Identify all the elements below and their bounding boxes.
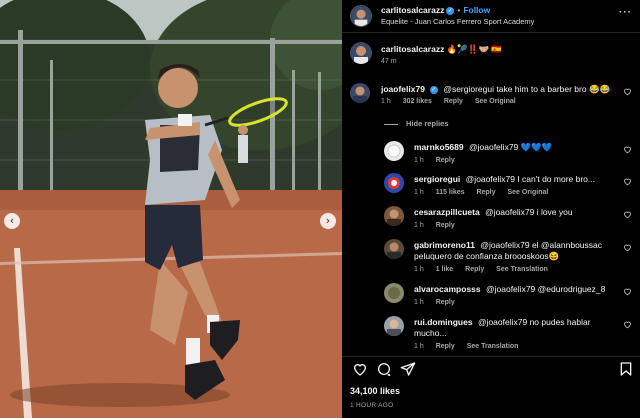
comment-username[interactable]: joaofelix79 [381,84,425,94]
comment-icon[interactable] [376,361,392,377]
reply-username[interactable]: marnko5689 [414,142,464,152]
reply-username[interactable]: alvarocamposss [414,284,481,294]
reply-button[interactable]: Reply [476,189,495,196]
reply-item: sergioregui @joaofelix79 I can't do more… [384,173,636,201]
reply-avatar[interactable] [384,206,404,226]
comment-avatar[interactable] [350,83,370,103]
post-location[interactable]: Equelite - Juan Carlos Ferrero Sport Aca… [381,17,534,26]
reply-button[interactable]: Reply [436,299,455,306]
post-timestamp: 1 HOUR AGO [350,402,394,409]
post-action-bar [350,361,636,381]
comment-like-heart-icon[interactable] [623,87,632,96]
reply-item: rui.domingues @joaofelix79 no pudes habl… [384,316,636,356]
header-divider [342,32,640,33]
reply-username[interactable]: cesarazpillcueta [414,207,480,217]
caption-time: 47 m [381,58,397,65]
actions-divider [342,356,640,357]
like-heart-icon[interactable] [352,361,368,377]
reply-avatar[interactable] [384,173,404,193]
comment-likes[interactable]: 302 likes [403,98,432,105]
reply-time: 1 h [414,222,424,229]
author-username[interactable]: carlitosalcarazz [381,5,444,15]
hide-replies-label: Hide replies [406,119,449,128]
reply-text: @joaofelix79 💙💙💙 [469,142,553,152]
see-original-button[interactable]: See Original [507,189,548,196]
reply-text: @joaofelix79 @edurodriguez_8 [486,284,606,294]
caption-text: 🔥🎾‼️🤝🏼 🇪🇸 [446,44,502,54]
reply-time: 1 h [414,299,424,306]
post-media[interactable]: ‹ › [0,0,342,418]
post-likes-count[interactable]: 34,100 likes [350,386,400,396]
reply-like-heart-icon[interactable] [623,210,632,219]
caption-username[interactable]: carlitosalcarazz [381,44,444,54]
reply-text: @joaofelix79 i love you [485,207,573,217]
comment-time: 1 h [381,98,391,105]
reply-like-heart-icon[interactable] [623,177,632,186]
reply-username[interactable]: sergioregui [414,174,460,184]
reply-avatar[interactable] [384,239,404,259]
share-icon[interactable] [400,361,416,377]
hide-replies-button[interactable]: Hide replies [384,119,449,128]
post-caption: carlitosalcarazz 🔥🎾‼️🤝🏼 🇪🇸 47 m [350,40,636,70]
comment-item: joaofelix79 ✓ @sergioregui take him to a … [350,83,636,111]
see-translation-button[interactable]: See Translation [467,343,519,350]
verified-badge-icon: ✓ [446,6,455,15]
reply-button[interactable]: Reply [444,98,463,105]
reply-likes[interactable]: 1 like [436,266,454,273]
previous-image-button[interactable]: ‹ [4,213,20,229]
reply-avatar[interactable] [384,283,404,303]
reply-like-heart-icon[interactable] [623,320,632,329]
hide-replies-line [384,123,398,125]
caption-avatar[interactable] [350,42,372,64]
reply-button[interactable]: Reply [436,222,455,229]
reply-avatar[interactable] [384,141,404,161]
post-header: carlitosalcarazz ✓ • Follow Equelite - Juan… [350,2,636,30]
reply-username[interactable]: gabrimoreno11 [414,240,475,250]
reply-username[interactable]: rui.domingues [414,317,473,327]
comment-text: @sergioregui take him to a barber bro 😂😂 [443,84,611,94]
reply-time: 1 h [414,343,424,350]
reply-avatar[interactable] [384,316,404,336]
reply-item: gabrimoreno11 @joaofelix79 el @alannbous… [384,239,636,279]
follow-button[interactable]: Follow [463,5,490,15]
reply-button[interactable]: Reply [465,266,484,273]
more-options-icon[interactable]: ··· [619,7,632,18]
reply-time: 1 h [414,157,424,164]
reply-likes[interactable]: 115 likes [436,189,465,196]
reply-time: 1 h [414,189,424,196]
reply-item: alvarocamposss @joaofelix79 @edurodrigue… [384,283,636,311]
reply-like-heart-icon[interactable] [623,145,632,154]
reply-item: marnko5689 @joaofelix79 💙💙💙 1 h Reply [384,141,636,169]
reply-like-heart-icon[interactable] [623,243,632,252]
separator-dot: • [457,5,461,15]
reply-item: cesarazpillcueta @joaofelix79 i love you… [384,206,636,234]
reply-button[interactable]: Reply [436,157,455,164]
see-original-button[interactable]: See Original [475,98,516,105]
see-translation-button[interactable]: See Translation [496,266,548,273]
next-image-button[interactable]: › [320,213,336,229]
post-side-panel: carlitosalcarazz ✓ • Follow Equelite - Juan… [342,0,640,418]
reply-like-heart-icon[interactable] [623,287,632,296]
reply-button[interactable]: Reply [436,343,455,350]
verified-badge-icon: ✓ [429,85,438,94]
reply-time: 1 h [414,266,424,273]
author-avatar[interactable] [350,5,372,27]
bookmark-icon[interactable] [618,361,634,377]
post-photo [0,0,342,418]
reply-text: @joaofelix79 I can't do more bro... [465,174,595,184]
